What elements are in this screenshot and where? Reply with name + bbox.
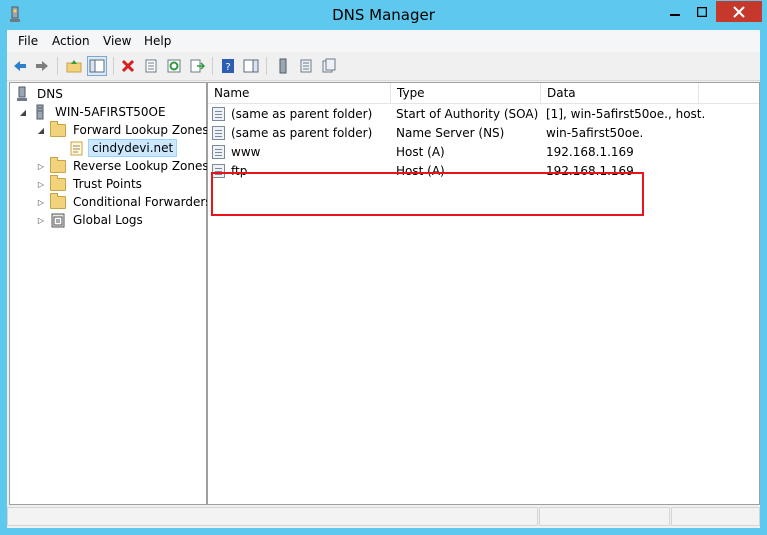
toolbar: ? [7,52,760,81]
column-header-type[interactable]: Type [391,83,541,103]
delete-icon[interactable] [118,56,138,76]
refresh-icon[interactable] [164,56,184,76]
records-list: Name Type Data (same as parent folder) S… [207,82,760,505]
tree-label: Conditional Forwarders [73,195,212,209]
forward-icon[interactable] [32,56,52,76]
record-icon [212,107,225,121]
cell-type: Host (A) [396,145,445,159]
zone-file-icon [68,140,84,156]
show-hide-action-pane-icon[interactable] [241,56,261,76]
close-button[interactable] [716,1,762,22]
cell-type: Start of Authority (SOA) [396,107,539,121]
column-header-data[interactable]: Data [541,83,699,103]
tree-item-global-logs[interactable]: ▷ Global Logs [36,211,146,229]
folder-icon [50,156,66,174]
toolbar-separator [212,57,213,75]
table-row[interactable]: (same as parent folder) Name Server (NS)… [208,124,759,143]
tree-item-reverse-lookup-zones[interactable]: ▷ Reverse Lookup Zones [36,156,212,175]
cell-data: [1], win-5afirst50oe., host... [546,107,706,121]
collapsed-triangle-icon[interactable]: ▷ [36,215,46,225]
toolbar-separator [266,57,267,75]
client-area: File Action View Help ? DNS ◢ WIN-5AFIRS… [7,30,760,528]
tree-label: cindydevi.net [88,139,178,157]
window-title: DNS Manager [332,6,435,24]
tree-label: Forward Lookup Zones [73,123,209,137]
toolbar-separator [57,57,58,75]
help-icon[interactable]: ? [218,56,238,76]
new-host-icon[interactable] [273,56,293,76]
cell-type: Name Server (NS) [396,126,505,140]
cell-data: 192.168.1.169 [546,145,634,159]
menu-view[interactable]: View [103,34,131,48]
new-other-records-icon[interactable] [319,56,339,76]
tree-label: DNS [37,87,63,101]
expanded-triangle-icon[interactable]: ◢ [18,107,28,117]
folder-icon [50,174,66,192]
tree-label: Reverse Lookup Zones [73,159,209,173]
collapsed-triangle-icon[interactable]: ▷ [36,161,46,171]
cell-name: www [231,145,261,159]
menu-help[interactable]: Help [144,34,171,48]
list-header: Name Type Data [208,83,759,104]
properties-icon[interactable] [141,56,161,76]
tree-label: Global Logs [73,213,143,227]
toolbar-separator [113,57,114,75]
tree-item-zone-cindydevi[interactable]: cindydevi.net [68,139,178,157]
collapsed-triangle-icon[interactable]: ▷ [36,179,46,189]
up-folder-icon[interactable] [64,56,84,76]
svg-text:?: ? [225,62,230,73]
tree-item-forward-lookup-zones[interactable]: ◢ Forward Lookup Zones [36,120,212,139]
console-tree: DNS ◢ WIN-5AFIRST50OE ◢ Forward Lookup Z… [9,82,212,505]
status-bar [7,505,760,528]
expanded-triangle-icon[interactable]: ◢ [36,125,46,135]
tree-item-dns[interactable]: DNS [14,85,66,103]
minimize-button[interactable] [662,1,688,22]
title-bar[interactable]: DNS Manager [0,0,767,30]
menu-file[interactable]: File [18,34,38,48]
status-segment [671,507,760,526]
folder-icon [50,120,66,138]
tree-label: WIN-5AFIRST50OE [55,105,166,119]
server-icon [32,104,48,120]
tree-item-conditional-forwarders[interactable]: ▷ Conditional Forwarders [36,192,215,211]
show-hide-tree-icon[interactable] [87,56,107,76]
logs-icon [50,212,66,228]
record-icon [212,126,225,140]
dns-manager-window: DNS Manager File Action View Help ? DNS … [0,0,767,535]
table-row[interactable]: www Host (A) 192.168.1.169 [208,143,759,162]
tree-label: Trust Points [73,177,142,191]
dns-icon [14,86,30,102]
tree-item-server[interactable]: ◢ WIN-5AFIRST50OE [18,103,169,121]
menu-action[interactable]: Action [52,34,90,48]
cell-name: (same as parent folder) [231,107,373,121]
collapsed-triangle-icon[interactable]: ▷ [36,197,46,207]
maximize-button[interactable] [689,1,715,22]
cell-name: (same as parent folder) [231,126,373,140]
highlight-box [211,172,644,216]
folder-icon [50,192,66,210]
back-icon[interactable] [10,56,30,76]
new-record-icon[interactable] [296,56,316,76]
tree-item-trust-points[interactable]: ▷ Trust Points [36,174,145,193]
menu-bar: File Action View Help [7,30,760,52]
status-segment [7,507,538,526]
record-icon [212,145,225,159]
table-row[interactable]: (same as parent folder) Start of Authori… [208,105,759,124]
status-segment [539,507,670,526]
column-header-name[interactable]: Name [208,83,391,103]
close-icon [733,5,745,18]
cell-data: win-5afirst50oe. [546,126,644,140]
export-list-icon[interactable] [187,56,207,76]
